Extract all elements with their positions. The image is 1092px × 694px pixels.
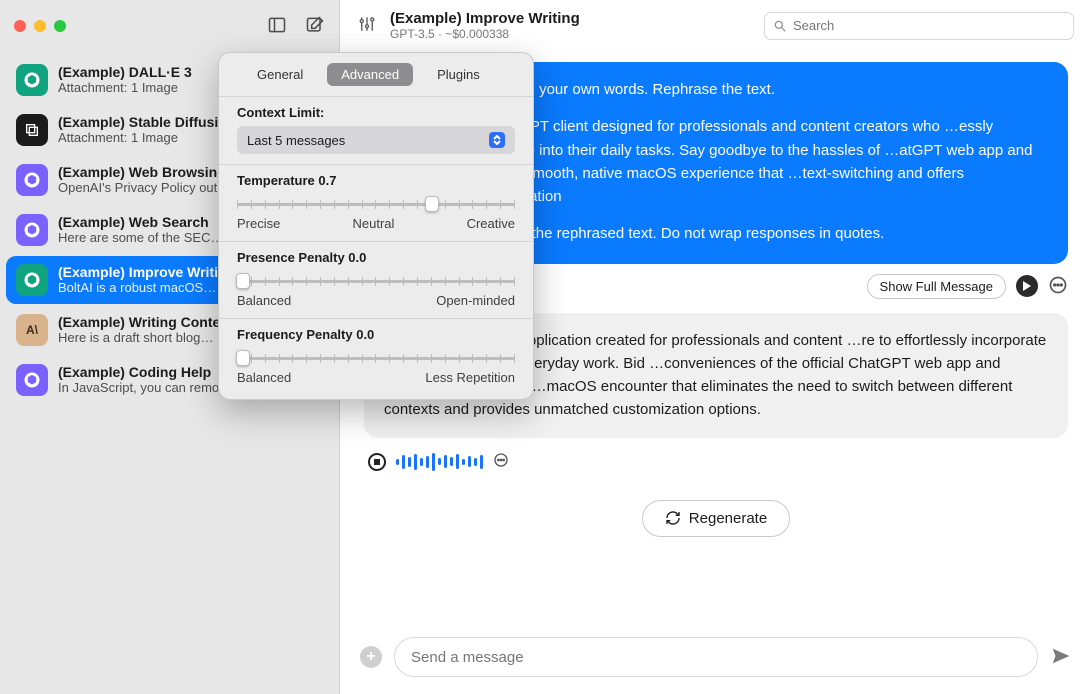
new-chat-icon[interactable] xyxy=(305,15,325,38)
context-limit-label: Context Limit: xyxy=(237,105,515,120)
window-controls xyxy=(14,20,66,32)
toggle-sidebar-icon[interactable] xyxy=(267,15,287,38)
slider-legend-mid: Neutral xyxy=(353,216,395,231)
close-window-button[interactable] xyxy=(14,20,26,32)
sidebar-item-title: (Example) DALL·E 3 xyxy=(58,64,192,80)
frequency-penalty-label: Frequency Penalty 0.0 xyxy=(237,327,515,342)
context-limit-row: Context Limit: Last 5 messages xyxy=(219,96,533,164)
slider-legend-right: Creative xyxy=(467,216,515,231)
temperature-label: Temperature 0.7 xyxy=(237,173,515,188)
context-limit-value: Last 5 messages xyxy=(247,133,345,148)
slider-legend-right: Less Repetition xyxy=(425,370,515,385)
openai-icon xyxy=(16,164,48,196)
sidebar-item-sub: BoltAI is a robust macOS… xyxy=(58,280,235,295)
chevron-updown-icon xyxy=(489,132,505,148)
frequency-penalty-slider[interactable] xyxy=(237,348,515,368)
tab-general[interactable]: General xyxy=(243,63,317,86)
slider-legend-left: Balanced xyxy=(237,370,291,385)
tab-plugins[interactable]: Plugins xyxy=(423,63,494,86)
presence-penalty-row: Presence Penalty 0.0 Balanced Open-minde… xyxy=(219,241,533,318)
window-titlebar xyxy=(0,0,339,52)
regenerate-button[interactable]: Regenerate xyxy=(642,500,790,537)
sidebar-item-sub: Attachment: 1 Image xyxy=(58,130,235,145)
context-limit-select[interactable]: Last 5 messages xyxy=(237,126,515,154)
openai-icon xyxy=(16,214,48,246)
presence-penalty-slider[interactable] xyxy=(237,271,515,291)
play-audio-button[interactable] xyxy=(1016,275,1038,297)
sidebar-item-sub: Attachment: 1 Image xyxy=(58,80,192,95)
openai-icon xyxy=(16,64,48,96)
model-settings-popover: General Advanced Plugins Context Limit: … xyxy=(218,52,534,400)
model-settings-icon[interactable] xyxy=(358,13,376,38)
search-field[interactable] xyxy=(764,12,1074,40)
frequency-penalty-row: Frequency Penalty 0.0 Balanced Less Repe… xyxy=(219,318,533,395)
sidebar-item-title: (Example) Improve Writing xyxy=(58,264,235,280)
chat-subtitle: GPT-3.5 · ~$0.000338 xyxy=(390,27,580,41)
openai-icon xyxy=(16,264,48,296)
chat-header: (Example) Improve Writing GPT-3.5 · ~$0.… xyxy=(340,0,1092,52)
chat-title: (Example) Improve Writing xyxy=(390,10,580,27)
temperature-slider[interactable] xyxy=(237,194,515,214)
composer: + xyxy=(340,630,1092,694)
anthropic-icon: A\ xyxy=(16,314,48,346)
stop-audio-button[interactable] xyxy=(368,453,386,471)
sidebar-item-title: (Example) Web Search xyxy=(58,214,223,230)
tab-advanced[interactable]: Advanced xyxy=(327,63,413,86)
slider-legend-left: Precise xyxy=(237,216,280,231)
temperature-row: Temperature 0.7 Precise Neutral Creative xyxy=(219,164,533,241)
sidebar-item-title: (Example) Writing Content xyxy=(58,314,234,330)
regenerate-label: Regenerate xyxy=(689,510,767,527)
sidebar-item-sub: Here are some of the SEC… xyxy=(58,230,223,245)
settings-tabs: General Advanced Plugins xyxy=(243,63,509,86)
chat-title-block: (Example) Improve Writing GPT-3.5 · ~$0.… xyxy=(390,10,580,41)
search-input[interactable] xyxy=(793,18,1065,33)
sidebar-item-title: (Example) Stable Diffusion xyxy=(58,114,235,130)
zoom-window-button[interactable] xyxy=(54,20,66,32)
search-icon xyxy=(773,19,787,33)
send-button[interactable] xyxy=(1050,645,1072,670)
slider-legend-left: Balanced xyxy=(237,293,291,308)
audio-more-icon[interactable] xyxy=(493,452,509,471)
refresh-icon xyxy=(665,510,681,526)
minimize-window-button[interactable] xyxy=(34,20,46,32)
app-icon xyxy=(16,114,48,146)
slider-legend-right: Open-minded xyxy=(436,293,515,308)
message-input[interactable] xyxy=(411,649,1021,666)
openai-icon xyxy=(16,364,48,396)
message-more-icon[interactable] xyxy=(1048,275,1068,298)
audio-playback-row xyxy=(368,452,1064,472)
attach-button[interactable]: + xyxy=(360,646,382,668)
message-input-wrap[interactable] xyxy=(394,637,1038,677)
audio-waveform-icon xyxy=(396,452,483,472)
presence-penalty-label: Presence Penalty 0.0 xyxy=(237,250,515,265)
sidebar-item-sub: Here is a draft short blog… xyxy=(58,330,234,345)
show-full-message-button[interactable]: Show Full Message xyxy=(867,274,1006,299)
